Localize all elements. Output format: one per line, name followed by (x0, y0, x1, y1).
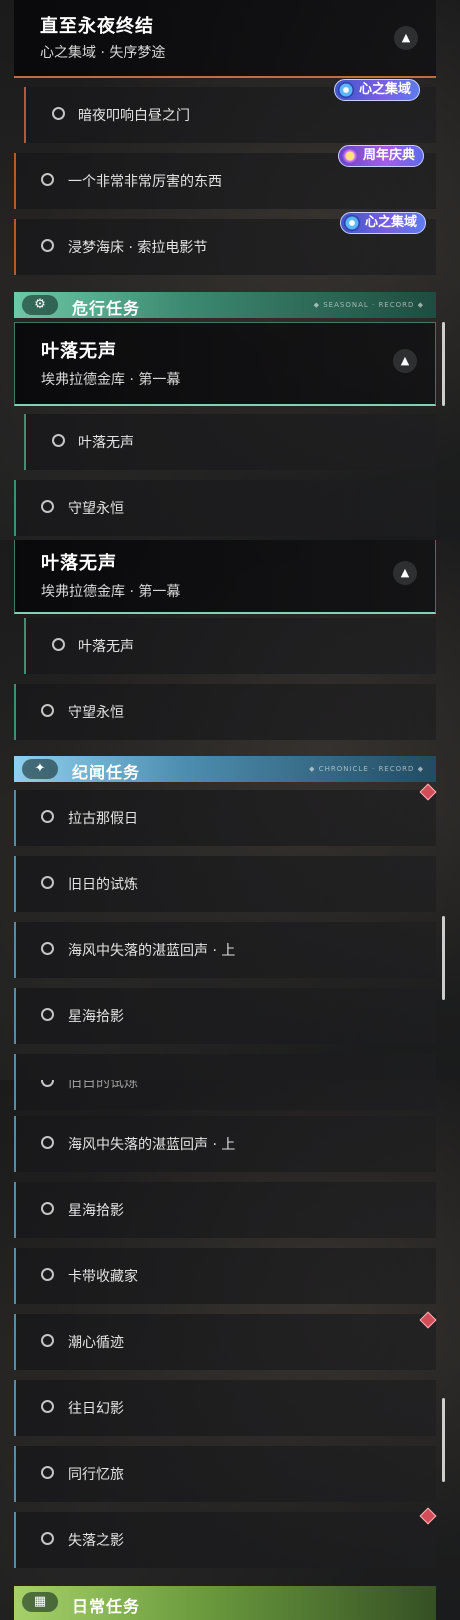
quest-group-header[interactable]: 叶落无声 埃弗拉德金库 · 第一幕 ▲ (14, 540, 436, 614)
sparkle-icon: ✦ (22, 759, 58, 779)
quest-group-subtitle: 埃弗拉德金库 · 第一幕 (41, 372, 181, 388)
status-circle-icon (52, 638, 65, 651)
quest-group-subtitle: 心之集域 · 失序梦途 (40, 45, 166, 61)
quest-panel-1: 直至永夜终结 心之集域 · 失序梦途 ▲ 暗夜叩响白昼之门 心之集域 一个非常非… (0, 0, 460, 540)
quest-row[interactable]: 星海拾影 (14, 988, 436, 1044)
quest-row-partial[interactable] (14, 1054, 436, 1080)
quest-group-title: 直至永夜终结 (40, 16, 154, 37)
status-circle-icon (41, 1532, 54, 1545)
category-decoration: ◆ CHRONICLE · RECORD ◆ (309, 765, 424, 773)
quest-row[interactable]: 同行忆旅 (14, 1446, 436, 1502)
status-circle-icon (41, 500, 54, 513)
event-tag-heart-domain: 心之集域 (340, 212, 427, 234)
quest-row[interactable]: 失落之影 (14, 1512, 436, 1568)
status-circle-icon (52, 107, 65, 120)
scrollbar-thumb[interactable] (442, 916, 445, 1000)
quest-row-label: 同行忆旅 (68, 1467, 124, 1483)
quest-group-title: 叶落无声 (41, 341, 117, 362)
quest-row-label: 守望永恒 (68, 501, 124, 517)
quest-row-label: 叶落无声 (78, 435, 134, 451)
quest-row-label: 暗夜叩响白昼之门 (78, 108, 190, 124)
event-tag-label: 心之集域 (365, 215, 418, 230)
status-circle-icon (41, 1008, 54, 1021)
quest-row-partial[interactable]: 旧日的试炼 (14, 1080, 436, 1110)
quest-row-label: 星海拾影 (68, 1203, 124, 1219)
category-bar-daily-quests[interactable]: ▦ 日常任务 (14, 1586, 436, 1620)
quest-row-label: 旧日的试炼 (68, 877, 138, 893)
quest-row-label: 一个非常非常厉害的东西 (68, 174, 222, 190)
status-circle-icon (41, 876, 54, 889)
book-icon: ▦ (22, 1592, 58, 1612)
quest-row-label: 失落之影 (68, 1533, 124, 1549)
quest-row-label: 卡带收藏家 (68, 1269, 138, 1285)
quest-row-label: 潮心循迹 (68, 1335, 124, 1351)
category-label: 纪闻任务 (72, 763, 141, 782)
quest-row-label: 拉古那假日 (68, 811, 138, 827)
status-circle-icon (41, 810, 54, 823)
collapse-arrow-icon[interactable]: ▲ (393, 561, 417, 585)
status-circle-icon (41, 704, 54, 717)
quest-row-label: 海风中失落的湛蓝回声 · 上 (68, 943, 236, 959)
quest-row[interactable]: 守望永恒 (14, 684, 436, 740)
event-tag-label: 周年庆典 (363, 148, 416, 163)
status-circle-icon (41, 1268, 54, 1281)
quest-row[interactable]: 往日幻影 (14, 1380, 436, 1436)
quest-row[interactable]: 潮心循迹 (14, 1314, 436, 1370)
collapse-arrow-icon[interactable]: ▲ (393, 349, 417, 373)
scrollbar-thumb[interactable] (442, 1398, 445, 1482)
quest-row[interactable]: 星海拾影 (14, 1182, 436, 1238)
quest-panel-3: 旧日的试炼 海风中失落的湛蓝回声 · 上 星海拾影 卡带收藏家 潮心循迹 往日幻… (0, 1080, 460, 1620)
collapse-arrow-icon[interactable]: ▲ (394, 26, 418, 50)
quest-row-label: 守望永恒 (68, 705, 124, 721)
status-circle-icon (41, 173, 54, 186)
status-circle-icon (41, 1202, 54, 1215)
quest-panel-2: 叶落无声 埃弗拉德金库 · 第一幕 ▲ 叶落无声 守望永恒 ✦ 纪闻任务 ◆ C… (0, 540, 460, 1080)
quest-group-title: 叶落无声 (41, 553, 117, 574)
category-label: 危行任务 (72, 299, 141, 318)
status-circle-icon (52, 434, 65, 447)
quest-row[interactable]: 海风中失落的湛蓝回声 · 上 (14, 922, 436, 978)
scrollbar-thumb[interactable] (442, 322, 445, 406)
event-tag-heart-domain: 心之集域 (334, 79, 421, 101)
quest-group-header[interactable]: 直至永夜终结 心之集域 · 失序梦途 ▲ (14, 0, 436, 78)
category-label: 日常任务 (72, 1597, 141, 1616)
quest-row[interactable]: 拉古那假日 (14, 790, 436, 846)
quest-row-label: 叶落无声 (78, 639, 134, 655)
quest-row-label: 浸梦海床 · 索拉电影节 (68, 240, 208, 256)
quest-row[interactable]: 叶落无声 (24, 414, 436, 470)
quest-group-subtitle: 埃弗拉德金库 · 第一幕 (41, 584, 181, 600)
event-tag-label: 心之集域 (359, 82, 412, 97)
gear-badge-icon: ⚙ (22, 295, 58, 315)
quest-row[interactable]: 守望永恒 (14, 480, 436, 536)
status-circle-icon (41, 942, 54, 955)
event-tag-anniversary: 周年庆典 (338, 145, 425, 167)
quest-row[interactable]: 叶落无声 (24, 618, 436, 674)
category-decoration: ◆ SEASONAL · RECORD ◆ (313, 301, 424, 309)
anniversary-badge-icon (342, 148, 358, 164)
quest-row-label: 星海拾影 (68, 1009, 124, 1025)
quest-row[interactable]: 旧日的试炼 (14, 856, 436, 912)
swirl-icon (338, 82, 354, 98)
category-bar-lore-quests[interactable]: ✦ 纪闻任务 ◆ CHRONICLE · RECORD ◆ (14, 756, 436, 782)
quest-row-label: 往日幻影 (68, 1401, 124, 1417)
quest-row[interactable]: 卡带收藏家 (14, 1248, 436, 1304)
status-circle-icon (41, 1400, 54, 1413)
quest-row[interactable]: 海风中失落的湛蓝回声 · 上 (14, 1116, 436, 1172)
status-circle-icon (41, 239, 54, 252)
swirl-icon (344, 215, 360, 231)
status-circle-icon (41, 1136, 54, 1149)
status-circle-icon (41, 1466, 54, 1479)
category-bar-danger-quests[interactable]: ⚙ 危行任务 ◆ SEASONAL · RECORD ◆ (14, 292, 436, 318)
quest-row-label: 海风中失落的湛蓝回声 · 上 (68, 1137, 236, 1153)
status-circle-icon (41, 1334, 54, 1347)
quest-group-header[interactable]: 叶落无声 埃弗拉德金库 · 第一幕 ▲ (14, 322, 436, 406)
status-circle-icon (41, 1080, 54, 1087)
quest-row-label: 旧日的试炼 (68, 1080, 138, 1091)
